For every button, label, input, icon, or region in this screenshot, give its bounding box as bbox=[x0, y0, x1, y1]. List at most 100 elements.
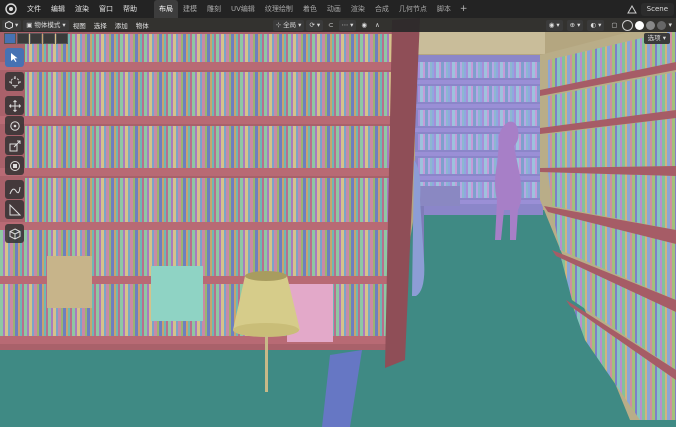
gizmo-icon: ⊕ bbox=[569, 20, 576, 29]
tab-shading[interactable]: 着色 bbox=[298, 0, 322, 18]
tab-animation[interactable]: 动画 bbox=[322, 0, 346, 18]
menu-render[interactable]: 渲染 bbox=[70, 0, 94, 18]
tab-scripting[interactable]: 脚本 bbox=[432, 0, 456, 18]
tool-annotate[interactable] bbox=[5, 180, 24, 199]
eye-icon: ◉ bbox=[548, 20, 555, 29]
tool-bar bbox=[5, 48, 26, 244]
options-dropdown[interactable]: 选项 ▾ bbox=[643, 33, 670, 44]
chevron-down-icon[interactable]: ▾ bbox=[668, 21, 672, 29]
snap-target-dropdown[interactable]: ⋯ ▾ bbox=[338, 19, 357, 31]
menu-object[interactable]: 物体 bbox=[132, 20, 153, 30]
tool-rotate[interactable] bbox=[5, 116, 24, 135]
chevron-down-icon: ▾ bbox=[598, 20, 602, 29]
options-label: 选项 bbox=[647, 34, 661, 42]
chevron-down-icon: ▾ bbox=[15, 20, 19, 29]
gizmo-toggle[interactable]: ⊕ ▾ bbox=[566, 19, 584, 31]
chevron-down-icon: ▾ bbox=[577, 20, 581, 29]
pivot-icon: ⟳ bbox=[309, 20, 315, 29]
scene-selector[interactable]: Scene bbox=[626, 2, 674, 16]
proportional-icon: ◉ bbox=[361, 20, 368, 29]
annotate-icon bbox=[9, 186, 20, 194]
falloff-curve-icon: ∧ bbox=[375, 20, 380, 29]
mode-dropdown[interactable]: ▣ 物体模式 ▾ bbox=[23, 19, 69, 31]
chevron-down-icon: ▾ bbox=[62, 20, 66, 29]
tool-select-box[interactable] bbox=[5, 48, 24, 67]
add-workspace-button[interactable]: + bbox=[456, 4, 472, 14]
editor-type-button[interactable]: ▾ bbox=[2, 19, 22, 31]
menu-add[interactable]: 添加 bbox=[111, 20, 132, 30]
menu-view[interactable]: 视图 bbox=[69, 20, 90, 30]
menu-file[interactable]: 文件 bbox=[22, 0, 46, 18]
table bbox=[415, 186, 460, 206]
cube-icon bbox=[5, 21, 13, 29]
measure-icon bbox=[9, 203, 21, 215]
lamp-pole bbox=[265, 336, 268, 392]
proportional-edit-toggle[interactable]: ◉ bbox=[358, 20, 370, 31]
select-invert-button[interactable] bbox=[43, 33, 55, 44]
menu-select[interactable]: 选择 bbox=[90, 20, 111, 30]
add-cube-icon bbox=[9, 227, 20, 240]
magnet-icon: ⊂ bbox=[328, 20, 334, 29]
wireframe-shading-icon[interactable] bbox=[622, 19, 634, 31]
rendered-shading-icon[interactable] bbox=[657, 20, 667, 30]
tab-texture-paint[interactable]: 纹理绘制 bbox=[260, 0, 298, 18]
tool-add-cube[interactable] bbox=[5, 224, 24, 243]
ceiling-right bbox=[415, 32, 545, 54]
tab-uv-editing[interactable]: UV编辑 bbox=[226, 0, 260, 18]
snap-toggle[interactable]: ⊂ bbox=[325, 20, 336, 31]
tab-layout[interactable]: 布局 bbox=[154, 0, 178, 18]
cursor-icon bbox=[8, 75, 21, 88]
cushion-teal bbox=[151, 266, 203, 321]
tab-sculpting[interactable]: 雕刻 bbox=[202, 0, 226, 18]
visibility-dropdown[interactable]: ◉ ▾ bbox=[545, 19, 563, 31]
tool-cursor[interactable] bbox=[5, 72, 24, 91]
tab-modeling[interactable]: 建模 bbox=[178, 0, 202, 18]
transform-orientation-dropdown[interactable]: ⊹ 全局 ▾ bbox=[272, 19, 305, 31]
move-icon bbox=[8, 99, 21, 112]
menu-help[interactable]: 帮助 bbox=[118, 0, 142, 18]
overlay-icon: ◐ bbox=[590, 20, 597, 29]
tool-measure[interactable] bbox=[5, 200, 24, 219]
solid-shading-icon[interactable] bbox=[635, 20, 645, 30]
select-new-button[interactable] bbox=[4, 33, 16, 44]
material-shading-icon[interactable] bbox=[646, 20, 656, 30]
top-bar: 文件 编辑 渲染 窗口 帮助 布局 建模 雕刻 UV编辑 纹理绘制 着色 动画 … bbox=[0, 0, 676, 18]
xray-icon: ▢ bbox=[611, 20, 618, 29]
tab-compositing[interactable]: 合成 bbox=[370, 0, 394, 18]
snap-increment-icon: ⋯ bbox=[341, 20, 349, 29]
scene-name[interactable]: Scene bbox=[640, 2, 674, 16]
tool-transform[interactable] bbox=[5, 156, 24, 175]
menu-edit[interactable]: 编辑 bbox=[46, 0, 70, 18]
select-intersect-button[interactable] bbox=[56, 33, 68, 44]
viewport-shading-controls: ◉ ▾ ⊕ ▾ ◐ ▾ ▢ ▾ bbox=[544, 18, 672, 32]
chevron-down-icon: ▾ bbox=[298, 20, 302, 29]
select-extend-button[interactable] bbox=[17, 33, 29, 44]
chevron-down-icon: ▾ bbox=[316, 20, 321, 29]
cushion-tan bbox=[47, 256, 92, 308]
tab-geometry-nodes[interactable]: 几何节点 bbox=[394, 0, 432, 18]
scene-icon bbox=[626, 4, 637, 13]
menu-window[interactable]: 窗口 bbox=[94, 0, 118, 18]
select-box-icon bbox=[11, 53, 18, 62]
scale-icon bbox=[9, 140, 20, 151]
tool-scale[interactable] bbox=[5, 136, 24, 155]
viewport-3d[interactable] bbox=[0, 0, 676, 427]
transform-icon bbox=[9, 160, 20, 171]
xray-toggle[interactable]: ▢ bbox=[608, 20, 620, 31]
select-subtract-button[interactable] bbox=[30, 33, 42, 44]
pivot-point-dropdown[interactable]: ⟳ ▾ bbox=[306, 19, 324, 31]
rotate-icon bbox=[9, 120, 20, 131]
tab-rendering[interactable]: 渲染 bbox=[346, 0, 370, 18]
orientation-icon: ⊹ bbox=[275, 20, 282, 29]
overlay-toggle[interactable]: ◐ ▾ bbox=[587, 19, 605, 31]
tool-move[interactable] bbox=[5, 96, 24, 115]
chevron-down-icon: ▾ bbox=[556, 20, 560, 29]
selection-mode-buttons bbox=[4, 33, 68, 44]
falloff-button[interactable]: ∧ bbox=[372, 20, 383, 31]
object-mode-icon: ▣ bbox=[26, 20, 33, 29]
mode-label: 物体模式 bbox=[34, 20, 61, 29]
chevron-down-icon: ▾ bbox=[350, 20, 354, 29]
chevron-down-icon: ▾ bbox=[662, 34, 666, 42]
blender-logo-icon[interactable] bbox=[4, 2, 18, 16]
orientation-label: 全局 bbox=[283, 20, 297, 29]
